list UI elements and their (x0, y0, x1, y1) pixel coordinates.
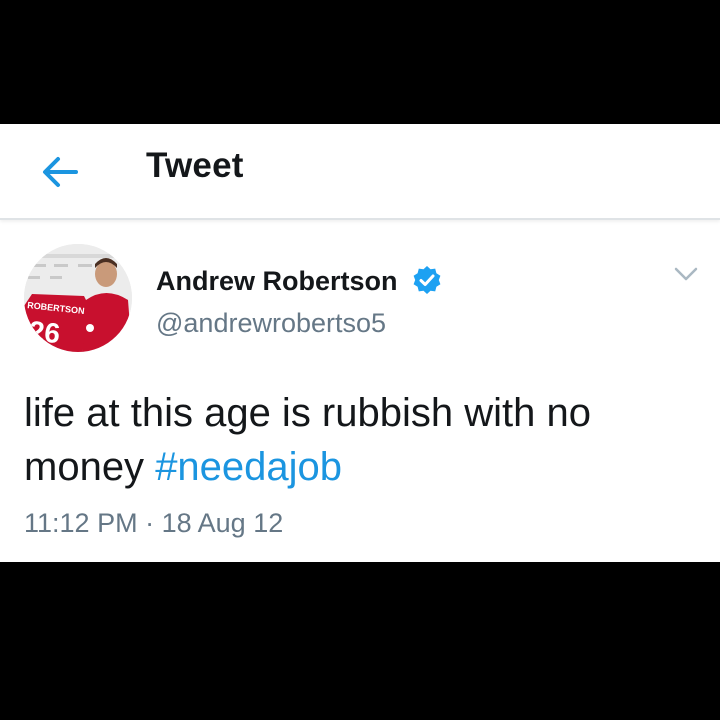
chevron-down-icon[interactable] (670, 262, 702, 286)
tweet-timestamp: 11:12 PM · 18 Aug 12 (24, 508, 283, 539)
top-app-bar: Tweet (0, 124, 720, 220)
shirt-number: 26 (27, 315, 61, 349)
timestamp-separator: · (145, 508, 155, 538)
author-handle[interactable]: @andrewrobertso5 (156, 308, 386, 339)
verified-badge-icon (413, 266, 441, 294)
author-display-name[interactable]: Andrew Robertson (156, 266, 398, 297)
hashtag-link[interactable]: #needajob (155, 445, 342, 489)
back-button[interactable] (36, 148, 84, 196)
tweet-screen: Tweet ROBERTSON 26 Andrew Robertson @and… (0, 124, 720, 562)
letterbox-top (0, 0, 720, 124)
letterbox-bottom (0, 562, 720, 720)
tweet-date: 18 Aug 12 (161, 508, 284, 538)
arrow-left-icon (43, 157, 78, 187)
avatar-photo: ROBERTSON 26 (24, 244, 132, 352)
tweet-text: life at this age is rubbish with no mone… (24, 386, 704, 494)
avatar[interactable]: ROBERTSON 26 (24, 244, 132, 352)
page-title: Tweet (146, 146, 244, 185)
tweet-time: 11:12 PM (24, 508, 138, 538)
